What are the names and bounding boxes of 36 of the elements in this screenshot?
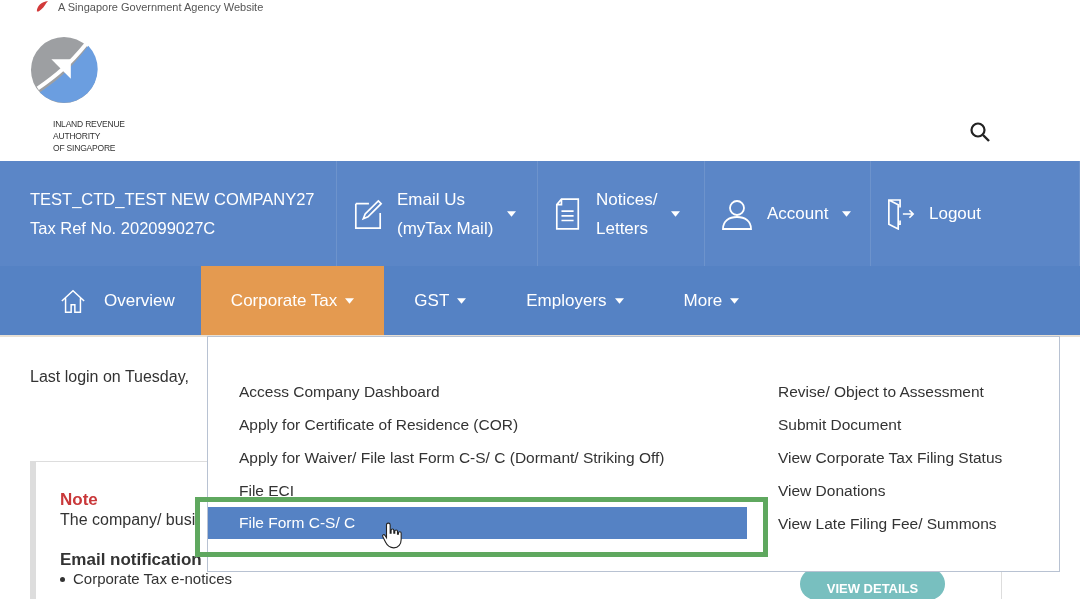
tax-ref-text: Tax Ref No. 202099027C bbox=[30, 218, 216, 238]
nav-tab[interactable]: More bbox=[653, 266, 770, 335]
menu-item[interactable]: Apply for Waiver/ File last Form C-S/ C (Dormant/ Striking Off) bbox=[208, 441, 747, 474]
search-icon[interactable] bbox=[970, 122, 990, 142]
edit-icon bbox=[353, 197, 383, 230]
nav-tab[interactable]: Corporate Tax bbox=[200, 266, 385, 335]
nav-tab[interactable]: Employers bbox=[496, 266, 654, 335]
menu-item[interactable]: Submit Document bbox=[747, 408, 1059, 441]
account-menu-link[interactable]: Account bbox=[767, 199, 829, 228]
nav-tab[interactable]: GST bbox=[384, 266, 497, 335]
note-title: Note bbox=[60, 490, 98, 510]
menu-item[interactable]: View Corporate Tax Filing Status bbox=[747, 441, 1059, 474]
menu-item[interactable]: Apply for Certificate of Residence (COR) bbox=[208, 408, 747, 441]
document-icon bbox=[554, 196, 582, 231]
menu-item[interactable]: File ECI bbox=[208, 474, 747, 507]
nav-tab[interactable]: Overview bbox=[30, 266, 201, 335]
menu-item[interactable]: File Form C-S/ C bbox=[208, 507, 747, 539]
mail-menu-link[interactable]: Email Us (myTax Mail) bbox=[397, 184, 494, 243]
agency-banner-text: A Singapore Government Agency Website bbox=[58, 0, 264, 14]
menu-item[interactable]: View Donations bbox=[747, 474, 1059, 507]
menu-item[interactable]: Access Company Dashboard bbox=[208, 375, 747, 408]
bullet-icon bbox=[60, 576, 65, 582]
logout-menu-link[interactable]: Logout bbox=[929, 199, 981, 228]
email-notification-heading: Email notification bbox=[60, 550, 202, 570]
menu-item[interactable]: Revise/ Object to Assessment bbox=[747, 375, 1059, 408]
notices-menu-link[interactable]: Notices/ Letters bbox=[596, 184, 658, 243]
home-icon bbox=[60, 287, 86, 314]
logout-icon bbox=[887, 197, 915, 230]
user-icon bbox=[721, 197, 753, 230]
company-name: TEST_CTD_TEST NEW COMPANY27 bbox=[30, 189, 315, 209]
hand-cursor-icon bbox=[381, 521, 403, 549]
notification-list-item: Corporate Tax e-notices bbox=[73, 570, 232, 588]
logo-text: INLAND REVENUE AUTHORITY OF SINGAPORE bbox=[52, 118, 125, 154]
menu-item[interactable]: View Late Filing Fee/ Summons bbox=[747, 507, 1059, 540]
last-login-text: Last login on Tuesday, bbox=[30, 367, 189, 387]
note-text: The company/ busi bbox=[60, 510, 196, 530]
